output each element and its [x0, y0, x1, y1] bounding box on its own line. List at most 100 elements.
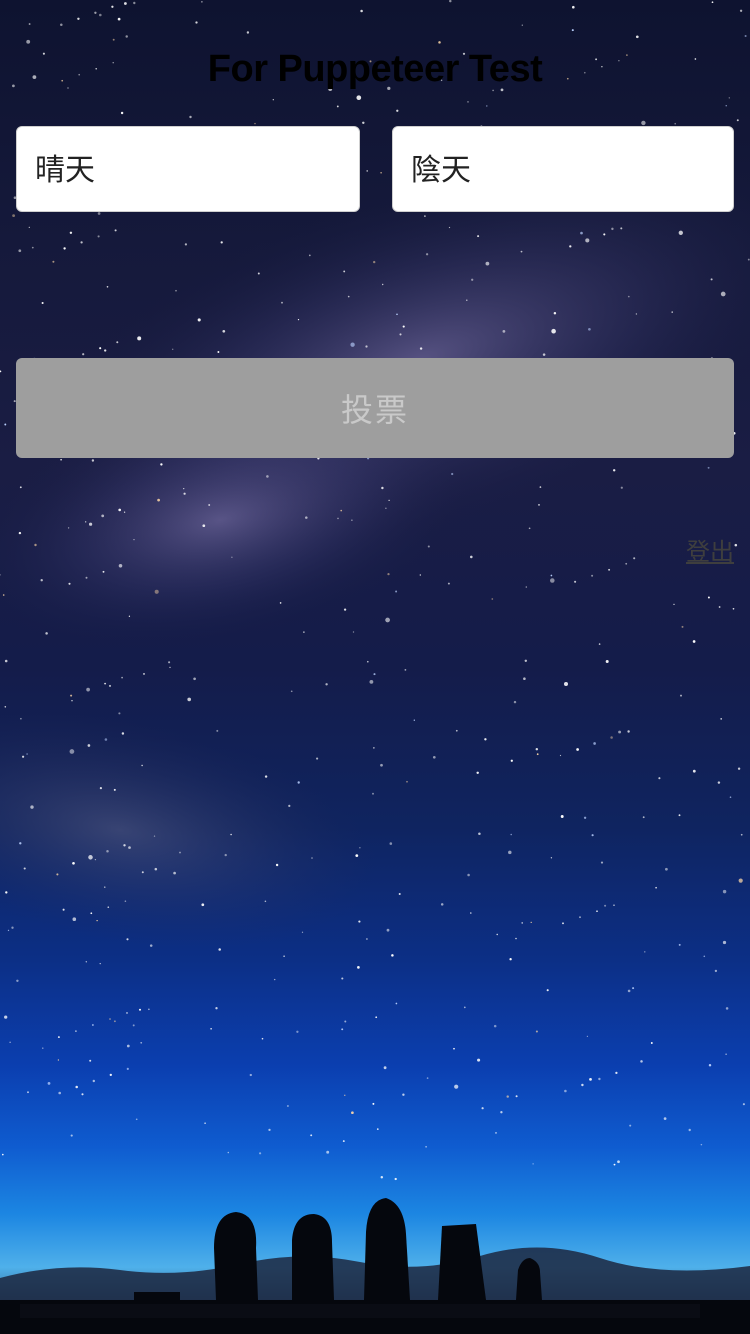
- star: [385, 617, 390, 623]
- star: [674, 122, 676, 125]
- star: [266, 475, 269, 478]
- star: [246, 31, 250, 34]
- star: [217, 351, 220, 353]
- star: [347, 295, 350, 298]
- star: [491, 598, 494, 600]
- star: [386, 928, 390, 932]
- star: [600, 861, 604, 864]
- star: [508, 850, 512, 855]
- star: [633, 557, 636, 560]
- star: [553, 312, 557, 315]
- star: [722, 889, 727, 894]
- option-cloudy-input[interactable]: 陰天: [392, 126, 734, 212]
- star: [290, 690, 293, 693]
- star: [41, 301, 44, 305]
- star: [261, 1037, 264, 1040]
- star: [588, 327, 591, 331]
- star: [57, 1059, 60, 1061]
- star: [542, 353, 546, 356]
- star: [650, 1042, 653, 1044]
- star: [126, 1067, 129, 1071]
- star: [358, 920, 361, 923]
- star: [112, 38, 115, 41]
- star: [627, 730, 630, 733]
- star: [341, 1028, 344, 1031]
- star: [604, 904, 607, 907]
- logout-link[interactable]: 登出: [686, 532, 734, 567]
- star: [138, 1008, 142, 1011]
- star: [632, 987, 635, 990]
- star: [275, 863, 279, 867]
- star: [297, 781, 300, 784]
- star: [466, 299, 468, 302]
- star: [734, 543, 738, 547]
- star: [478, 832, 481, 835]
- star: [611, 227, 614, 231]
- star: [197, 318, 201, 322]
- star: [453, 1047, 455, 1050]
- star: [69, 749, 75, 754]
- star: [449, 0, 452, 3]
- star: [303, 631, 305, 633]
- star: [88, 855, 93, 860]
- star: [398, 892, 401, 896]
- star: [106, 285, 109, 288]
- star: [87, 744, 91, 747]
- star: [337, 517, 339, 520]
- star: [598, 643, 601, 645]
- star: [201, 903, 205, 907]
- star: [635, 35, 639, 39]
- star: [359, 847, 361, 849]
- star: [523, 677, 526, 680]
- star: [655, 886, 657, 889]
- star: [218, 948, 221, 951]
- star: [96, 919, 98, 922]
- star: [344, 1020, 347, 1023]
- star: [521, 922, 524, 924]
- star: [120, 111, 124, 115]
- star: [47, 1082, 51, 1085]
- star: [373, 673, 376, 676]
- star: [373, 260, 376, 264]
- star: [357, 966, 360, 969]
- page-title: For Puppeteer Test: [207, 48, 543, 90]
- star: [427, 545, 430, 548]
- star: [28, 226, 30, 229]
- star: [80, 241, 83, 244]
- star: [171, 348, 174, 351]
- star: [419, 574, 421, 576]
- star: [375, 1016, 378, 1019]
- star: [273, 978, 276, 981]
- star: [63, 247, 66, 250]
- star: [707, 466, 710, 469]
- star: [204, 1122, 206, 1125]
- star: [202, 524, 206, 528]
- star: [0, 370, 2, 373]
- option-sunny-input[interactable]: 晴天: [16, 126, 360, 212]
- star: [620, 227, 623, 230]
- star: [486, 105, 488, 107]
- star: [102, 570, 105, 573]
- star: [510, 833, 512, 836]
- star: [481, 1107, 484, 1110]
- star: [316, 757, 319, 760]
- star: [394, 1177, 397, 1181]
- star: [157, 498, 160, 502]
- star: [718, 606, 721, 608]
- star: [710, 278, 713, 281]
- star: [133, 1, 136, 5]
- star: [591, 574, 594, 577]
- star: [513, 700, 517, 704]
- star: [678, 230, 683, 235]
- star: [688, 1128, 691, 1132]
- star: [20, 717, 22, 720]
- star: [692, 769, 696, 773]
- star: [118, 508, 122, 512]
- star: [665, 867, 668, 871]
- vote-button[interactable]: 投票: [16, 358, 734, 458]
- star: [380, 763, 383, 767]
- star: [485, 261, 490, 266]
- star: [589, 1078, 592, 1081]
- star: [288, 804, 291, 808]
- star: [530, 921, 532, 924]
